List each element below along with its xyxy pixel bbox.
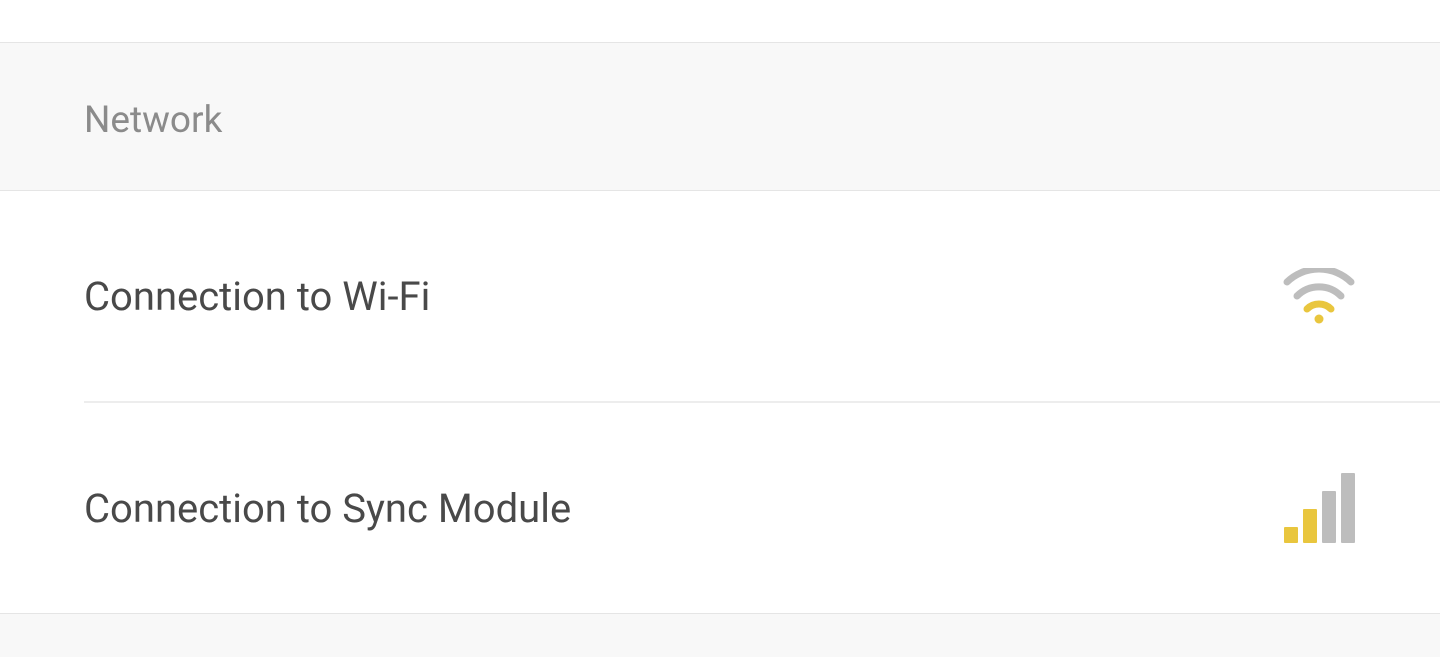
signal-bar-4 <box>1341 473 1355 543</box>
signal-bar-1 <box>1284 527 1298 543</box>
list-item-wifi[interactable]: Connection to Wi-Fi <box>0 191 1440 401</box>
signal-bars-icon <box>1282 471 1356 545</box>
signal-bar-3 <box>1322 491 1336 543</box>
wifi-label: Connection to Wi-Fi <box>84 273 430 320</box>
wifi-icon <box>1282 259 1356 333</box>
signal-bar-2 <box>1303 509 1317 543</box>
section-header-network: Network <box>0 42 1440 191</box>
top-spacer <box>0 0 1440 42</box>
bottom-section <box>0 613 1440 657</box>
section-title: Network <box>84 99 1440 142</box>
list-item-sync-module[interactable]: Connection to Sync Module <box>0 403 1440 613</box>
sync-module-label: Connection to Sync Module <box>84 485 571 532</box>
